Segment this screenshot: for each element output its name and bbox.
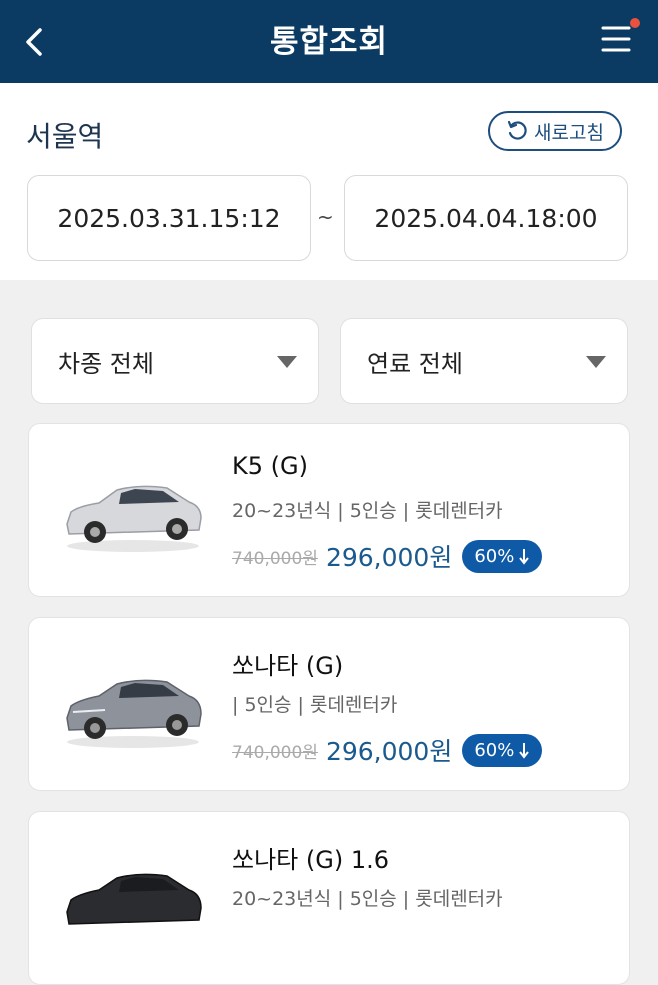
discount-label: 60% (474, 545, 515, 567)
arrow-down-icon (519, 743, 530, 759)
start-datetime-field[interactable]: 2025.03.31.15:12 (27, 175, 311, 261)
car-gray-sedan-icon (66, 679, 202, 748)
hamburger-menu-icon (601, 26, 631, 52)
car-white-sedan-icon (66, 485, 202, 552)
refresh-icon (507, 120, 527, 140)
car-black-sedan-icon (66, 873, 202, 925)
car-card[interactable]: K5 (G) 20~23년식 | 5인승 | 롯데렌터카 740,000원 29… (28, 423, 630, 597)
page-title: 통합조회 (269, 24, 389, 60)
sale-price: 296,000원 (325, 543, 453, 572)
car-name: 쏘나타 (G) 1.6 (232, 846, 389, 874)
discount-label: 60% (474, 739, 515, 761)
price-row: 740,000원 296,000원 60% (232, 732, 543, 768)
end-datetime-field[interactable]: 2025.04.04.18:00 (344, 175, 628, 261)
caret-down-icon (586, 356, 606, 368)
refresh-button[interactable]: 새로고침 (488, 111, 622, 151)
car-spec: | 5인승 | 롯데렌터카 (232, 694, 398, 716)
fuel-type-select[interactable]: 연료 전체 (340, 318, 628, 404)
menu-button[interactable] (600, 18, 640, 58)
station-name[interactable]: 서울역 (26, 115, 103, 155)
sale-price: 296,000원 (325, 737, 453, 766)
refresh-label: 새로고침 (534, 121, 604, 144)
price-row: 740,000원 296,000원 60% (232, 538, 543, 574)
arrow-down-icon (519, 549, 530, 565)
original-price: 740,000원 (232, 548, 318, 569)
car-spec: 20~23년식 | 5인승 | 롯데렌터카 (232, 888, 503, 910)
car-type-value: 차종 전체 (58, 349, 154, 378)
notification-dot (630, 18, 640, 28)
date-separator: ~ (317, 205, 334, 229)
discount-badge: 60% (462, 539, 543, 573)
car-card[interactable]: 쏘나타 (G) 1.6 20~23년식 | 5인승 | 롯데렌터카 (28, 811, 630, 985)
car-type-select[interactable]: 차종 전체 (31, 318, 319, 404)
app-header: 통합조회 (0, 0, 658, 83)
fuel-type-value: 연료 전체 (367, 349, 463, 378)
discount-badge: 60% (462, 733, 543, 767)
car-name: K5 (G) (232, 452, 308, 480)
car-name: 쏘나타 (G) (232, 652, 344, 680)
car-card[interactable]: 쏘나타 (G) | 5인승 | 롯데렌터카 740,000원 296,000원 … (28, 617, 630, 791)
original-price: 740,000원 (232, 742, 318, 763)
caret-down-icon (277, 356, 297, 368)
search-panel: 서울역 새로고침 2025.03.31.15:12 ~ 2025.04.04.1… (0, 83, 658, 280)
car-spec: 20~23년식 | 5인승 | 롯데렌터카 (232, 500, 503, 522)
